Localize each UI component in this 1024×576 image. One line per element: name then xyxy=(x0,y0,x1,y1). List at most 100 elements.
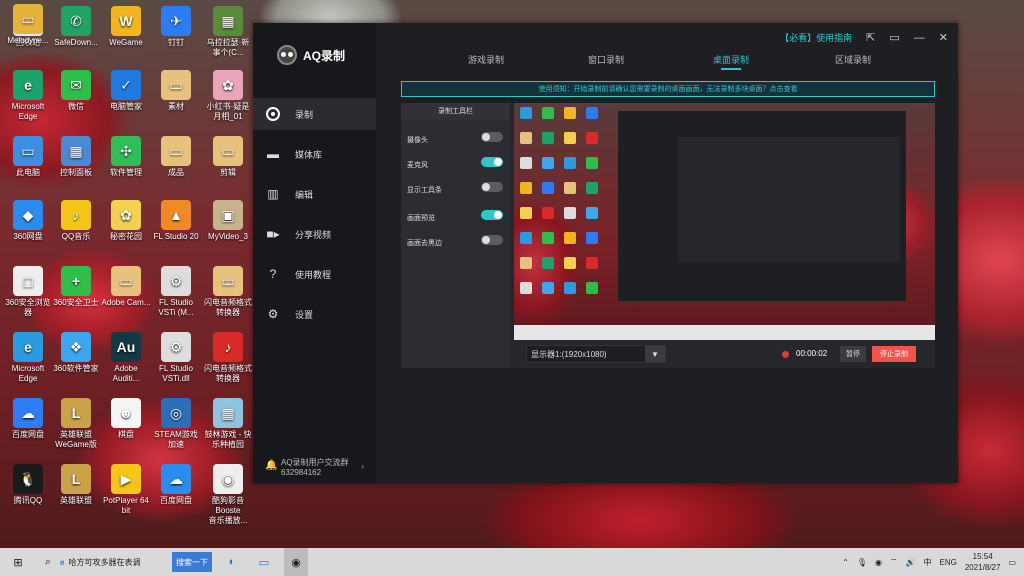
desktop-icon[interactable]: ✆ SafeDown... xyxy=(48,2,104,48)
nav-item-settings[interactable]: ⚙ 设置 xyxy=(253,298,376,330)
desktop-icon[interactable]: ☁ 百度网盘 xyxy=(148,460,204,506)
desktop-icon[interactable]: ◎ STEAM游戏 加速 xyxy=(148,394,204,450)
desktop-icon[interactable]: L 英雄联盟 WeGame版 xyxy=(48,394,104,450)
app-icon: ▶ xyxy=(111,464,141,494)
desktop-icon[interactable]: ▭ 闪电音频格式 转换器 xyxy=(200,262,256,318)
desktop-icon[interactable]: ✈ 钉钉 xyxy=(148,2,204,48)
app-icon: ▭ xyxy=(161,70,191,100)
option-label: 画面去黑边 xyxy=(407,240,442,247)
black-border-toggle[interactable] xyxy=(481,235,503,245)
explorer-taskbar-icon[interactable]: ▭ xyxy=(252,548,276,576)
desktop-icon-label: Melodyne... xyxy=(7,36,49,45)
clock[interactable]: 15:54 2021/8/27 xyxy=(965,551,1001,573)
desktop-icon[interactable]: ◉ 酷狗影音Booste 音乐播放... xyxy=(200,460,256,526)
input-method-icon[interactable]: 中 xyxy=(924,557,932,568)
external-link-icon[interactable]: ⇱ xyxy=(866,31,875,44)
desktop-icon-label: 电脑管家 xyxy=(110,102,142,111)
desktop-icon[interactable]: ✿ 小红书·疑是 月相_01 xyxy=(200,66,256,122)
nav-item-edit[interactable]: ▥ 编辑 xyxy=(253,178,376,210)
pause-button[interactable]: 暂停 xyxy=(840,346,866,362)
display-select[interactable]: 显示器1:(1920x1080) ▼ xyxy=(526,345,666,363)
desktop-icon[interactable]: ❖ 360软件管家 xyxy=(48,328,104,374)
desktop-icon[interactable]: ▶ PotPlayer 64 bit xyxy=(98,460,154,516)
nav-item-share-video[interactable]: ■▸ 分享视频 xyxy=(253,218,376,250)
desktop-icon[interactable]: ✣ 软件管理 xyxy=(98,132,154,178)
desktop-icon[interactable]: ✿ 秘密花园 xyxy=(98,196,154,242)
desktop-icon[interactable]: W WeGame xyxy=(98,2,154,48)
chevron-up-icon[interactable]: ⌃ xyxy=(842,558,849,567)
lang-indicator[interactable]: ENG xyxy=(940,558,957,567)
nav-item-tutorial[interactable]: ? 使用教程 xyxy=(253,258,376,290)
nav-item-media-library[interactable]: ▬ 媒体库 xyxy=(253,138,376,170)
desktop-icon[interactable]: ⚙ FL Studio VSTi.dll xyxy=(148,328,204,384)
app-icon: W xyxy=(111,6,141,36)
mic-icon[interactable]: 🎙 xyxy=(857,558,867,567)
preview-mini-icon xyxy=(586,157,598,169)
taskbar-search-box[interactable]: e 哈方可攻多器在表调 xyxy=(60,550,170,574)
edge-taskbar-icon[interactable]: ◐ xyxy=(220,548,244,576)
notice-banner[interactable]: 使用须知：开始录制前请确认您需要录制的桌面画面，无法录制多块桌面？点击查看 xyxy=(401,81,935,97)
tab-window-record[interactable]: 窗口录制 xyxy=(566,53,646,66)
desktop-icon[interactable]: ♪ QQ音乐 xyxy=(48,196,104,242)
desktop-icon[interactable]: ♪ 闪电音频格式 转换器 xyxy=(200,328,256,384)
app-icon: ☻ xyxy=(111,398,141,428)
minimize-icon[interactable]: — xyxy=(914,32,925,44)
close-icon[interactable]: ✕ xyxy=(939,31,948,44)
tab-desktop-record[interactable]: 桌面录制 xyxy=(691,53,771,70)
record-mode-tabs: 游戏录制 窗口录制 桌面录制 区域录制 xyxy=(376,45,958,85)
app-icon: ✣ xyxy=(111,136,141,166)
desktop-icon[interactable]: ✓ 电脑管家 xyxy=(98,66,154,112)
preview-mini-icon xyxy=(542,107,554,119)
desktop-icon[interactable]: ▲ FL Studio 20 xyxy=(148,196,204,242)
desktop-icon[interactable]: ✉ 微信 xyxy=(48,66,104,112)
option-microphone: 麦克风 xyxy=(407,157,503,170)
desktop-icon[interactable]: ▦ 鼓林游戏 - 快 乐种植园 xyxy=(200,394,256,450)
desktop-icon[interactable]: ▣ MyVideo_3 xyxy=(200,196,256,242)
desktop-icon[interactable]: ☻ 棋盘 xyxy=(98,394,154,440)
preview-mini-icon xyxy=(542,232,554,244)
option-label: 麦克风 xyxy=(407,162,428,169)
option-remove-black-border: 画面去黑边 xyxy=(407,235,503,248)
preview-mini-icon xyxy=(520,132,532,144)
desktop-icon[interactable]: ▭ Adobe Cam... xyxy=(98,262,154,308)
app-icon: ◉ xyxy=(213,464,243,494)
desktop-icon[interactable]: ▭ 素材 xyxy=(148,66,204,112)
desktop-icon-label: 秘密花园 xyxy=(110,232,142,241)
tray-app-icon[interactable]: ◉ xyxy=(875,558,882,567)
camera-toggle[interactable] xyxy=(481,132,503,142)
aq-recorder-taskbar-icon[interactable]: ◉ xyxy=(284,548,308,576)
wifi-icon[interactable]: ⌔ xyxy=(890,557,898,567)
desktop-icon[interactable]: ▦ 控制面板 xyxy=(48,132,104,178)
app-icon: ✈ xyxy=(161,6,191,36)
desktop-icon-label: FL Studio 20 xyxy=(153,232,199,241)
windows-start-icon[interactable]: ⊞ xyxy=(6,548,30,576)
preview-toggle[interactable] xyxy=(481,210,503,220)
desktop-icon[interactable]: ⚙ FL Studio VSTi (M... xyxy=(148,262,204,318)
tab-region-record[interactable]: 区域录制 xyxy=(813,53,893,66)
microphone-toggle[interactable] xyxy=(481,157,503,167)
toolbar-toggle[interactable] xyxy=(481,182,503,192)
desktop-icon[interactable]: ▦ 乌拉拉瑟·新 事个(C... xyxy=(200,2,256,58)
guide-link[interactable]: 【必看】使用指南 xyxy=(780,31,852,44)
notification-icon[interactable]: ▭ xyxy=(1008,558,1016,567)
user-group-link[interactable]: 🔔 AQ录制用户交流群 632984162 › xyxy=(253,453,376,483)
desktop-icon-label: 乌拉拉瑟·新 事个(C... xyxy=(206,38,250,57)
tab-game-record[interactable]: 游戏录制 xyxy=(446,53,526,66)
desktop-icon[interactable]: ▭ Melodyne... xyxy=(0,0,56,46)
search-icon[interactable]: ⌕ xyxy=(36,548,60,576)
desktop-icon[interactable]: Au Adobe Auditi... xyxy=(98,328,154,384)
desktop-icon[interactable]: ▭ 剪辑 xyxy=(200,132,256,178)
app-name: AQ录制 xyxy=(303,48,346,63)
search-button[interactable]: 搜索一下 xyxy=(172,552,212,572)
nav-item-record[interactable]: 录制 xyxy=(253,98,376,130)
volume-icon[interactable]: 🔊 xyxy=(906,558,916,567)
desktop-icon[interactable]: ▭ 成品 xyxy=(148,132,204,178)
desktop-icon-label: FL Studio VSTi.dll xyxy=(159,364,193,383)
feedback-icon[interactable]: ▭ xyxy=(889,31,899,44)
stop-record-button[interactable]: 停止录制 xyxy=(872,346,916,362)
owl-logo-icon xyxy=(277,45,297,65)
desktop-icon[interactable]: L 英雄联盟 xyxy=(48,460,104,506)
desktop-icon[interactable]: +360安全卫士 xyxy=(48,262,104,308)
option-label: 画面预览 xyxy=(407,215,435,222)
app-icon: ♪ xyxy=(213,332,243,362)
